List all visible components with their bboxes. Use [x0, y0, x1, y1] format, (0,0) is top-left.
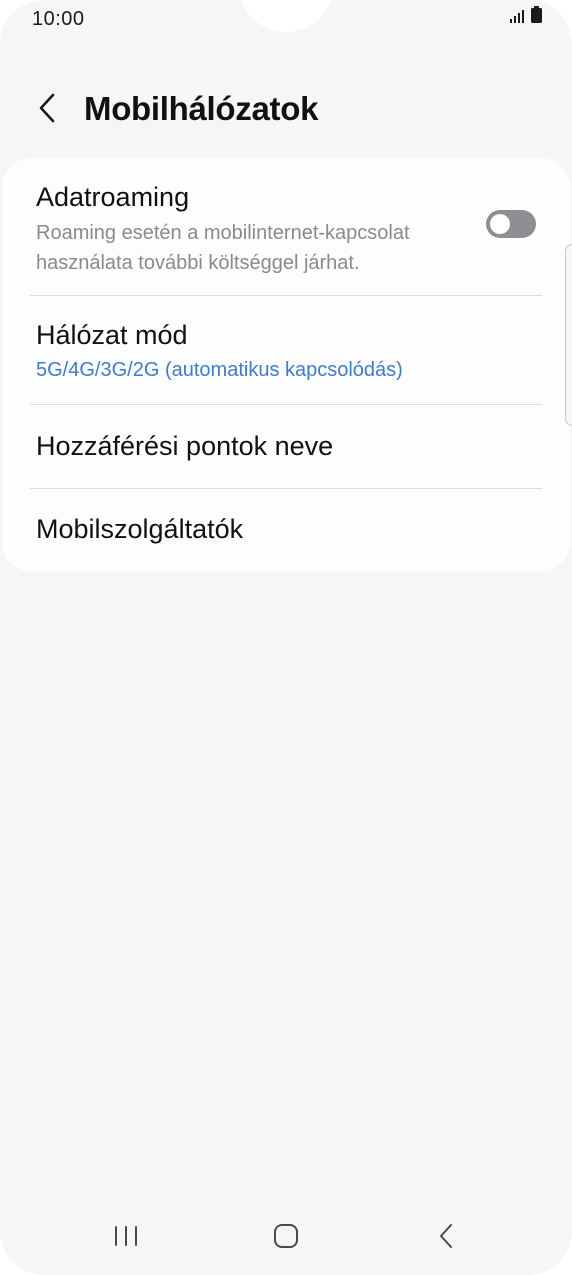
home-icon: [273, 1223, 299, 1254]
settings-card: Adatroaming Roaming esetén a mobilintern…: [2, 158, 570, 572]
signal-icon: [510, 9, 526, 28]
status-time: 10:00: [32, 8, 85, 30]
access-point-names-title: Hozzáférési pontok neve: [36, 431, 334, 461]
battery-icon: [531, 6, 542, 28]
recent-apps-icon: [113, 1225, 139, 1252]
data-roaming-subtitle: Roaming esetén a mobilinternet-kapcsolat…: [36, 222, 410, 274]
page-title: Mobilhálózatok: [84, 90, 319, 127]
scroll-edge-handle[interactable]: [565, 244, 572, 426]
recent-apps-button[interactable]: [96, 1220, 156, 1256]
phone-screen: 10:00 Mobilhálózatok Adatroaming Roaming…: [0, 0, 572, 1275]
network-mode-title: Hálózat mód: [36, 320, 188, 350]
data-roaming-toggle[interactable]: [486, 210, 536, 238]
app-header: Mobilhálózatok: [0, 78, 572, 142]
data-roaming-title: Adatroaming: [36, 182, 190, 212]
status-icons: [510, 6, 542, 28]
data-roaming-item[interactable]: Adatroaming Roaming esetén a mobilintern…: [2, 158, 570, 296]
toggle-knob: [490, 214, 510, 234]
network-mode-value: 5G/4G/3G/2G (automatikus kapcsolódás): [36, 359, 403, 381]
network-operators-title: Mobilszolgáltatók: [36, 514, 244, 544]
chevron-left-icon: [37, 92, 57, 129]
back-button[interactable]: [26, 88, 68, 132]
network-operators-item[interactable]: Mobilszolgáltatók: [2, 489, 570, 572]
nav-back-button[interactable]: [416, 1220, 476, 1256]
home-button[interactable]: [256, 1220, 316, 1256]
network-mode-item[interactable]: Hálózat mód 5G/4G/3G/2G (automatikus kap…: [2, 296, 570, 405]
navigation-bar: [0, 1206, 572, 1270]
status-bar: 10:00: [0, 0, 572, 40]
access-point-names-item[interactable]: Hozzáférési pontok neve: [2, 405, 570, 489]
back-icon: [437, 1222, 455, 1255]
